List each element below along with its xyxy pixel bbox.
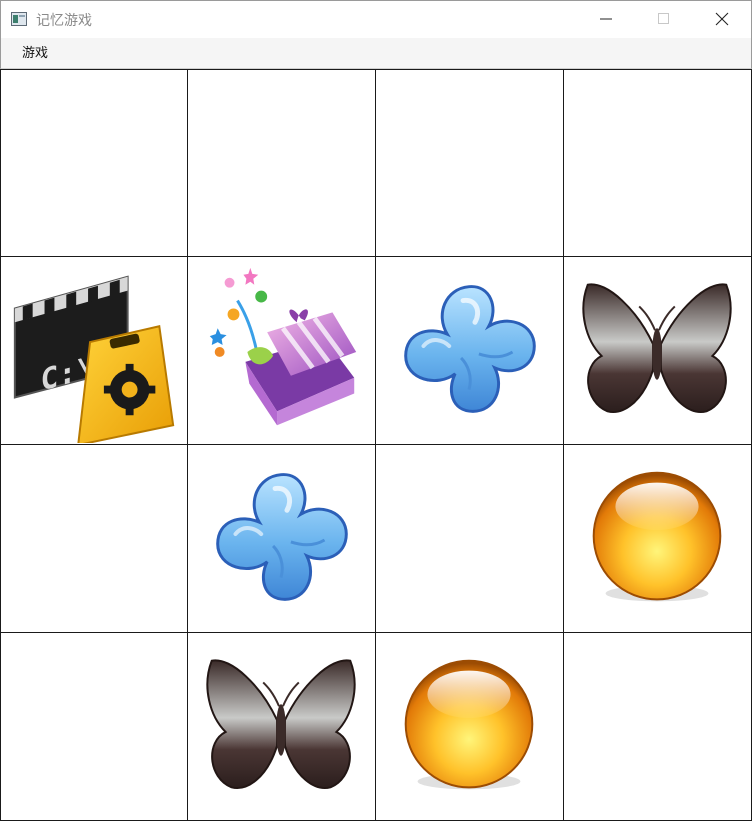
board-cell[interactable]: C:\	[0, 257, 188, 445]
close-icon	[715, 12, 729, 26]
board-cell[interactable]	[564, 445, 752, 633]
board-cell[interactable]	[0, 445, 188, 633]
menu-game[interactable]: 游戏	[13, 38, 57, 68]
board-cell[interactable]	[188, 69, 376, 257]
board-cell[interactable]	[0, 69, 188, 257]
board-cell[interactable]	[188, 633, 376, 821]
minimize-button[interactable]	[577, 1, 635, 37]
board-cell[interactable]	[376, 445, 564, 633]
gift-box-icon	[209, 267, 357, 426]
minimize-icon	[600, 18, 612, 20]
board-cell[interactable]	[564, 257, 752, 445]
board-cell[interactable]	[376, 633, 564, 821]
maximize-button[interactable]	[635, 1, 693, 37]
menu-bar: 游戏	[0, 38, 752, 69]
board-cell[interactable]	[188, 445, 376, 633]
butterfly-icon	[582, 283, 732, 413]
blue-flower-icon	[404, 285, 536, 413]
orange-orb-icon	[404, 659, 534, 790]
board-cell[interactable]	[188, 257, 376, 445]
board-cell[interactable]	[0, 633, 188, 821]
cmd-tool-sign-icon: C:\	[13, 275, 175, 443]
board-cell[interactable]	[376, 257, 564, 445]
butterfly-icon	[206, 659, 356, 789]
close-button[interactable]	[693, 1, 751, 37]
board-cell[interactable]	[376, 69, 564, 257]
blue-flower-icon	[216, 473, 348, 601]
maximize-icon	[658, 13, 669, 24]
window-title: 记忆游戏	[36, 13, 92, 29]
app-icon	[11, 12, 27, 26]
game-board: C:\	[0, 69, 752, 821]
orange-orb-icon	[592, 471, 722, 602]
board-cell[interactable]	[564, 633, 752, 821]
board-cell[interactable]	[564, 69, 752, 257]
title-bar: 记忆游戏	[0, 0, 752, 38]
